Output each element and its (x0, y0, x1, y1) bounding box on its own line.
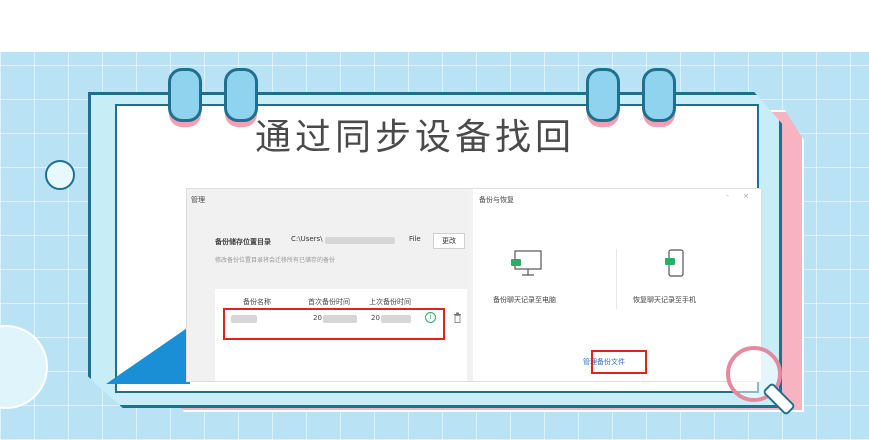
monitor-chat-icon (511, 250, 542, 276)
binder-ring-icon (586, 68, 620, 122)
redacted-path (325, 237, 395, 244)
window-controls[interactable]: - × (726, 192, 755, 200)
binder-ring-icon (168, 68, 202, 122)
pane-title: 管理 (191, 196, 205, 204)
trash-icon[interactable] (453, 312, 462, 323)
col-header-name: 备份名称 (243, 298, 271, 306)
change-button[interactable]: 更改 (433, 233, 465, 249)
path-prefix: C:\Users\ (291, 235, 323, 243)
option-label: 备份聊天记录至电脑 (493, 296, 556, 304)
option-label: 恢复聊天记录至手机 (633, 296, 696, 304)
restore-to-phone-option[interactable]: 恢复聊天记录至手机 (633, 249, 753, 309)
backup-to-pc-option[interactable]: 备份聊天记录至电脑 (493, 249, 603, 309)
storage-label: 备份储存位置目录 (215, 238, 271, 246)
col-header-last: 上次备份时间 (369, 298, 411, 306)
phone-chat-icon (665, 249, 684, 277)
binder-ring-icon (224, 68, 258, 122)
page-title: 通过同步设备找回 (255, 117, 576, 158)
row-highlight (223, 308, 445, 340)
link-highlight (591, 350, 647, 374)
storage-hint: 修改备份位置目录将会迁移所有已储存的备份 (215, 257, 336, 264)
binder-ring-icon (642, 68, 676, 122)
divider (616, 249, 617, 309)
app-screenshot: 管理 备份储存位置目录 C:\Users\ File 更改 修改备份位置目录将会… (186, 188, 762, 382)
pane-title: 备份与恢复 (479, 196, 514, 204)
storage-path: C:\Users\ File (291, 235, 427, 245)
decorative-circle (45, 160, 75, 190)
path-suffix: File (409, 235, 421, 243)
manage-pane: 管理 备份储存位置目录 C:\Users\ File 更改 修改备份位置目录将会… (187, 189, 470, 381)
col-header-first: 首次备份时间 (308, 298, 350, 306)
